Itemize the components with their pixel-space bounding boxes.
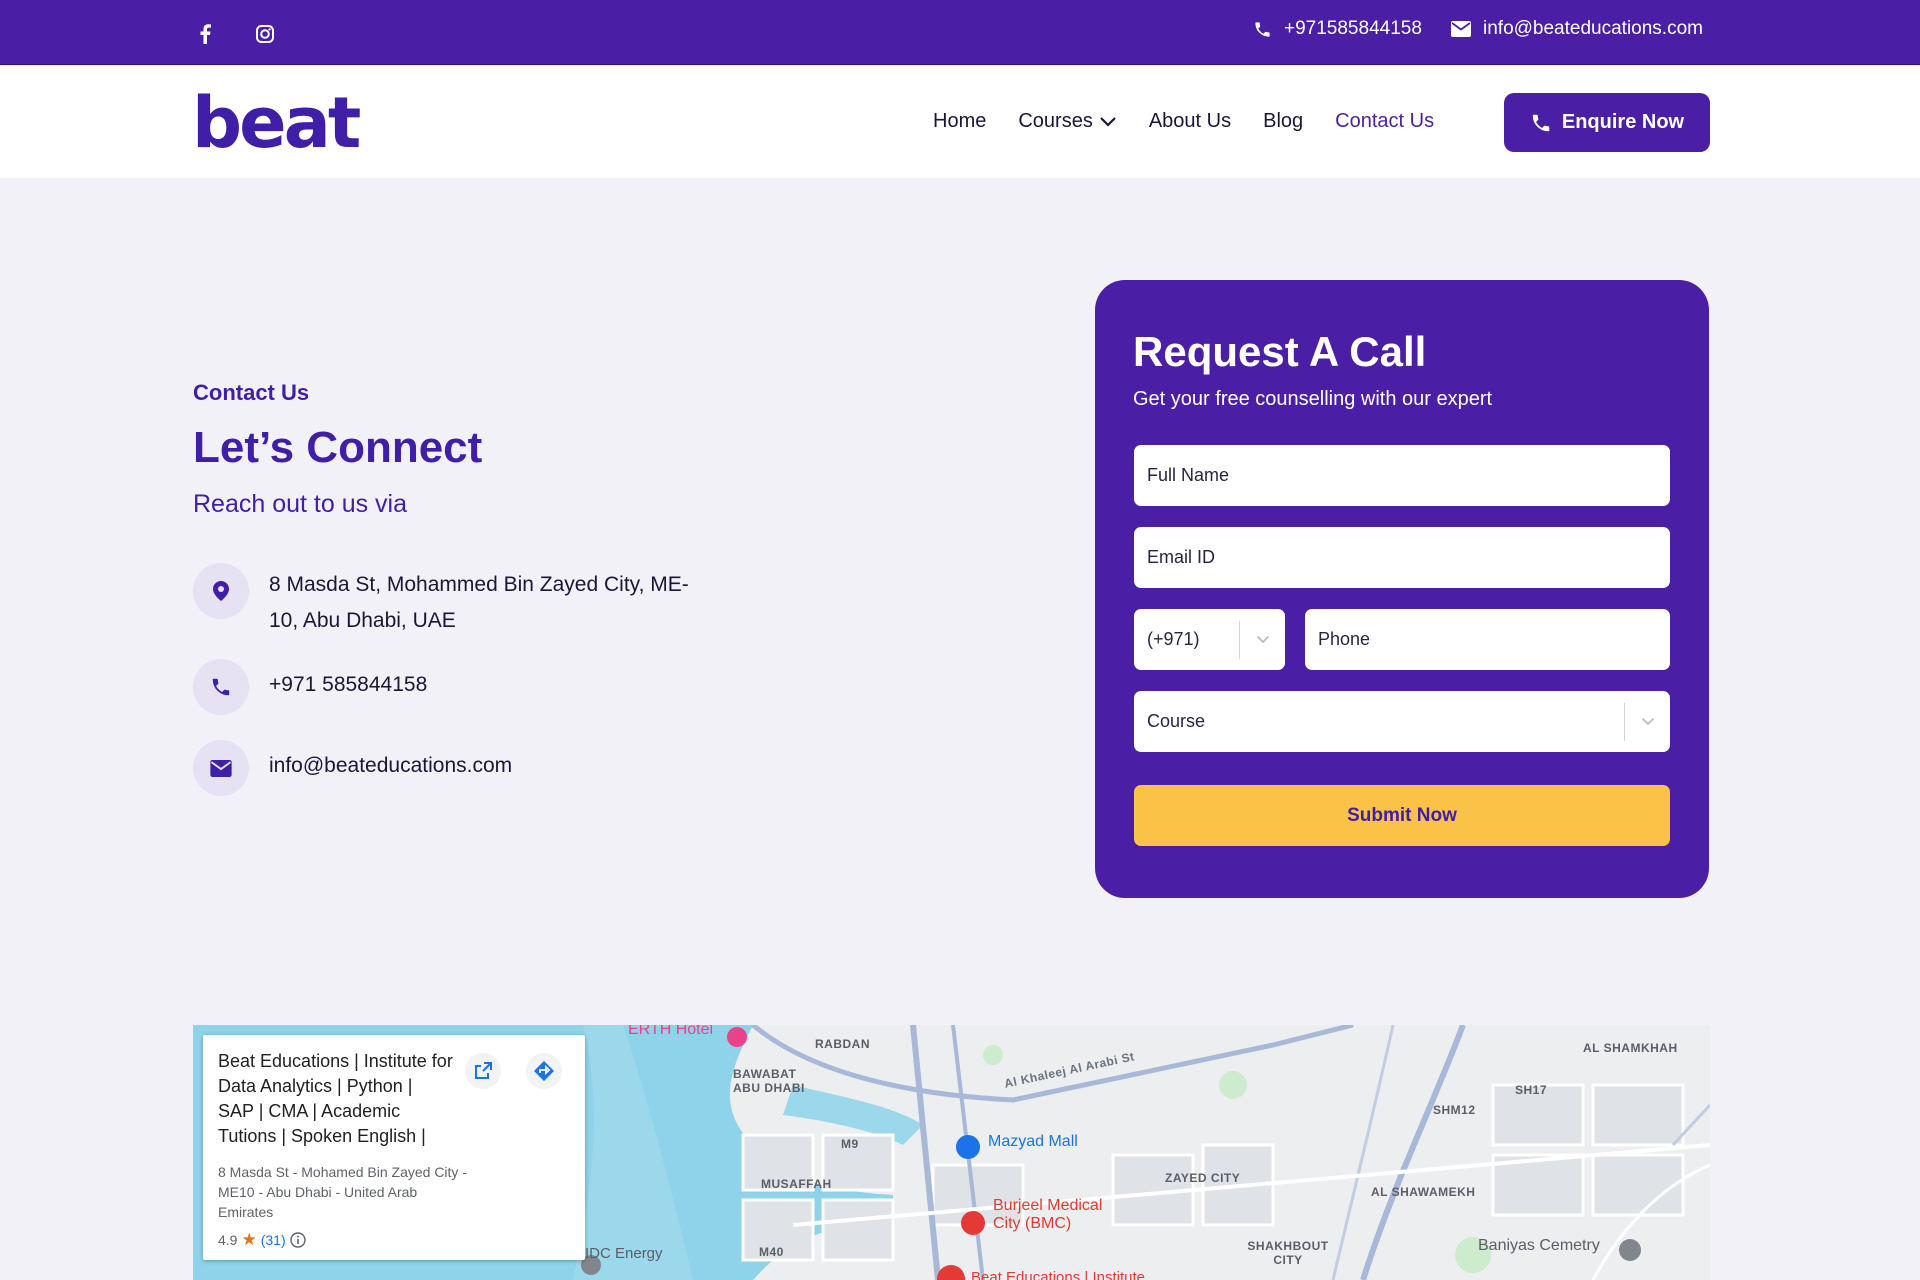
beat-logo[interactable]: beat <box>192 88 361 158</box>
review-count-link[interactable]: (31) <box>261 1232 286 1248</box>
place-title[interactable]: Beat Educations | Institute for Data Ana… <box>218 1049 453 1149</box>
map-label-shakhbout: SHAKHBOUT CITY <box>1247 1239 1329 1267</box>
rating-value: 4.9 <box>218 1232 238 1248</box>
phone-text: +971 585844158 <box>269 673 428 696</box>
star-icon: ★ <box>241 1230 257 1249</box>
map-label-m40: M40 <box>759 1245 784 1259</box>
chevron-down-icon <box>1100 116 1116 127</box>
enquire-now-button[interactable]: Enquire Now <box>1504 93 1710 152</box>
address-text: 8 Masda St, Mohammed Bin Zayed City, ME-… <box>269 573 689 632</box>
map-label-bawabat: BAWABAT ABU DHABI <box>733 1067 805 1095</box>
location-pin-icon <box>193 563 249 619</box>
full-name-field[interactable]: Full Name <box>1134 445 1670 506</box>
nav-blog[interactable]: Blog <box>1263 110 1303 133</box>
phone-field[interactable]: Phone <box>1305 609 1670 670</box>
email-field[interactable]: Email ID <box>1134 527 1670 588</box>
section-subtitle: Reach out to us via <box>193 490 408 518</box>
instagram-icon[interactable] <box>253 22 277 46</box>
place-rating: 4.9 ★ (31) <box>218 1230 306 1250</box>
submit-now-button[interactable]: Submit Now <box>1134 785 1670 846</box>
map-label-beat-pin[interactable]: Beat Educations | Institute <box>971 1269 1145 1280</box>
info-icon[interactable] <box>289 1232 306 1248</box>
nav-courses-label: Courses <box>1018 110 1093 132</box>
place-address: 8 Masda St - Mohamed Bin Zayed City - ME… <box>218 1164 467 1220</box>
map-label-m9: M9 <box>841 1137 859 1151</box>
location-map[interactable]: ERTH Hotel RABDAN BAWABAT ABU DHABI MUSA… <box>193 1025 1710 1280</box>
chevron-down-icon <box>1624 702 1670 741</box>
form-title: Request A Call <box>1133 328 1427 375</box>
email-item[interactable]: info@beateducations.com <box>193 740 512 796</box>
map-label-zayed-city: ZAYED CITY <box>1165 1171 1241 1185</box>
course-select[interactable]: Course <box>1134 691 1670 752</box>
email-text: info@beateducations.com <box>269 754 513 777</box>
map-label-erth-hotel[interactable]: ERTH Hotel <box>628 1025 713 1039</box>
logo-text: beat <box>192 82 361 164</box>
enquire-now-label: Enquire Now <box>1561 111 1685 133</box>
phone-icon <box>193 659 249 715</box>
nav-blog-label: Blog <box>1263 110 1304 132</box>
phone-icon <box>1255 21 1270 37</box>
directions-icon[interactable] <box>526 1053 562 1089</box>
map-label-rabdan: RABDAN <box>815 1037 870 1051</box>
nav-contact[interactable]: Contact Us <box>1335 110 1434 133</box>
country-code-value: (+971) <box>1147 629 1200 649</box>
site-header: beat Home Courses About Us Blog Contact … <box>0 66 1920 178</box>
nav-home-label: Home <box>933 110 987 132</box>
map-label-idc-energy[interactable]: IDC Energy <box>585 1245 663 1262</box>
submit-label: Submit Now <box>1347 804 1457 826</box>
facebook-icon[interactable] <box>193 22 217 46</box>
page-title: Let’s Connect <box>193 423 483 472</box>
request-call-form: Request A Call Get your free counselling… <box>1095 280 1709 898</box>
nav-about[interactable]: About Us <box>1149 110 1231 133</box>
map-label-baniyas[interactable]: Baniyas Cemetry <box>1478 1237 1600 1255</box>
address-item: 8 Masda St, Mohammed Bin Zayed City, ME-… <box>193 563 689 639</box>
map-place-card: Beat Educations | Institute for Data Ana… <box>203 1035 585 1260</box>
chevron-down-icon <box>1239 620 1285 659</box>
topbar-phone-link[interactable]: +971585844158 <box>1253 18 1422 40</box>
nav-courses[interactable]: Courses <box>1018 110 1116 133</box>
map-label-shm12: SHM12 <box>1433 1103 1476 1117</box>
map-label-musaffah: MUSAFFAH <box>761 1177 832 1191</box>
top-bar: +971585844158 info@beateducations.com <box>0 0 1920 65</box>
phone-item[interactable]: +971 585844158 <box>193 659 427 715</box>
mail-icon <box>1451 21 1471 37</box>
mail-icon <box>193 740 249 796</box>
nav-contact-label: Contact Us <box>1335 110 1435 132</box>
form-subtitle: Get your free counselling with our exper… <box>1133 388 1493 410</box>
open-in-maps-icon[interactable] <box>465 1053 501 1089</box>
full-name-placeholder: Full Name <box>1147 465 1230 485</box>
map-label-burjeel[interactable]: Burjeel Medical City (BMC) <box>993 1197 1133 1233</box>
country-code-select[interactable]: (+971) <box>1134 609 1285 670</box>
course-placeholder: Course <box>1147 711 1206 731</box>
main-nav: Home Courses About Us Blog Contact Us <box>933 110 1434 133</box>
nav-about-label: About Us <box>1148 110 1232 132</box>
map-label-al-shawamekh: AL SHAWAMEKH <box>1371 1185 1476 1199</box>
topbar-email-link[interactable]: info@beateducations.com <box>1451 18 1703 40</box>
email-placeholder: Email ID <box>1147 547 1216 567</box>
topbar-email-text: info@beateducations.com <box>1483 18 1703 39</box>
section-eyebrow: Contact Us <box>193 380 310 405</box>
map-label-al-shamkhah: AL SHAMKHAH <box>1583 1041 1678 1055</box>
phone-placeholder: Phone <box>1318 629 1371 649</box>
map-label-mazyad-mall[interactable]: Mazyad Mall <box>988 1133 1078 1151</box>
topbar-phone-text: +971585844158 <box>1284 18 1422 39</box>
nav-home[interactable]: Home <box>933 110 986 133</box>
map-label-sh17: SH17 <box>1515 1083 1548 1097</box>
phone-icon <box>1532 114 1550 131</box>
